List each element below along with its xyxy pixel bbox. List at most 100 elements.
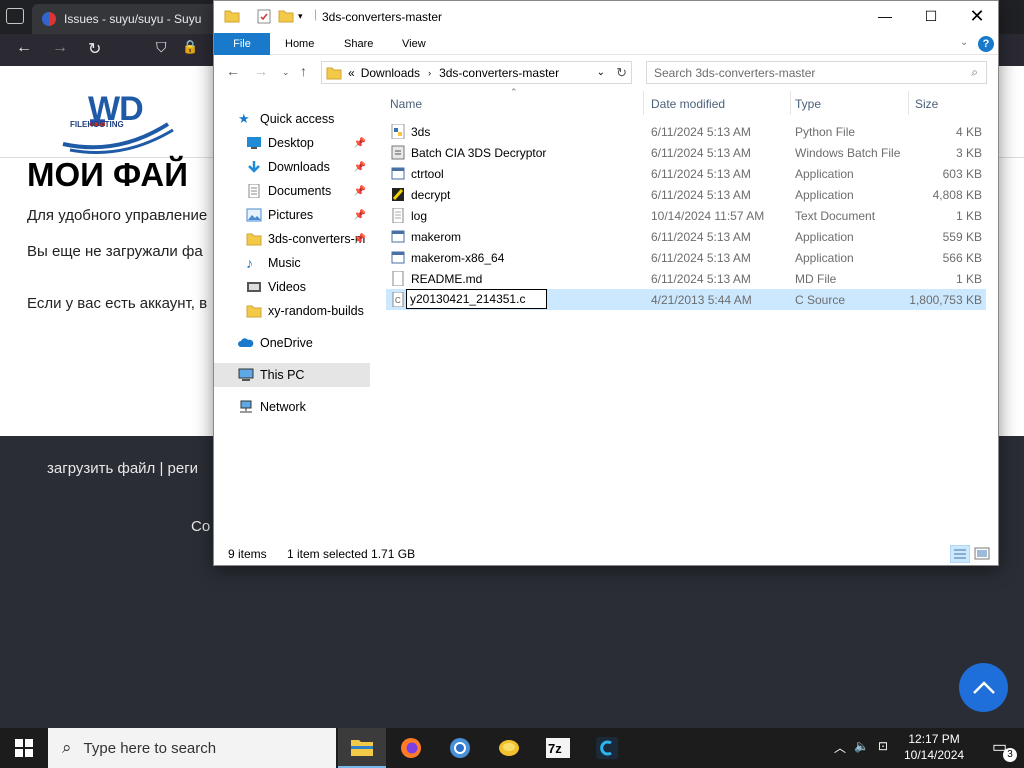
file-row[interactable]: 3ds 6/11/2024 5:13 AM Python File 4 KB	[386, 121, 986, 142]
address-dropdown-icon[interactable]: ⌄	[597, 67, 605, 78]
music-icon: ♪	[246, 255, 253, 271]
column-divider[interactable]	[908, 91, 909, 115]
back-icon[interactable]: ←	[16, 39, 32, 57]
taskbar-emulator[interactable]	[583, 728, 631, 768]
taskbar-file-explorer[interactable]	[338, 728, 386, 768]
nav-documents[interactable]: Documents 📌	[214, 179, 370, 203]
file-row[interactable]: Batch CIA 3DS Decryptor 6/11/2024 5:13 A…	[386, 142, 986, 163]
7zip-icon: 7z	[546, 738, 570, 758]
expand-ribbon-icon[interactable]: ⌄	[960, 37, 968, 48]
chrome-icon	[450, 738, 470, 758]
site-logo[interactable]: WD FILEHOSTING	[58, 76, 188, 156]
breadcrumb-current-folder[interactable]: 3ds-converters-master	[439, 66, 559, 80]
pin-icon[interactable]: 📌	[354, 186, 366, 197]
column-size[interactable]: Size	[915, 97, 938, 111]
taskbar-7zip[interactable]: 7z	[534, 728, 582, 768]
nav-network[interactable]: Network	[214, 395, 370, 419]
search-placeholder: Search 3ds-converters-master	[654, 66, 816, 80]
show-hidden-icons-icon[interactable]: ︿	[834, 739, 846, 756]
nav-quick-access[interactable]: ★ Quick access	[214, 107, 370, 131]
file-date: 6/11/2024 5:13 AM	[651, 146, 751, 160]
column-name[interactable]: Name	[390, 97, 422, 111]
column-date-modified[interactable]: Date modified	[651, 97, 725, 111]
forward-icon[interactable]: →	[52, 39, 68, 57]
file-explorer-icon	[351, 740, 373, 756]
pin-icon[interactable]: 📌	[354, 138, 366, 149]
details-view-icon[interactable]	[950, 545, 970, 563]
nav-label: Music	[268, 256, 301, 270]
title-separator: |	[314, 7, 318, 21]
nav-label: 3ds-converters-m	[268, 232, 366, 246]
refresh-icon[interactable]: ↻	[616, 65, 627, 81]
file-row[interactable]: ctrtool 6/11/2024 5:13 AM Application 60…	[386, 163, 986, 184]
file-row[interactable]: decrypt 6/11/2024 5:13 AM Application 4,…	[386, 184, 986, 205]
pin-icon[interactable]: 📌	[354, 234, 366, 245]
clock[interactable]: 12:17 PM 10/14/2024	[904, 731, 964, 763]
up-icon[interactable]: ↑	[300, 63, 307, 79]
nav-onedrive[interactable]: OneDrive	[214, 331, 370, 355]
column-divider[interactable]	[790, 91, 791, 115]
maximize-button[interactable]: ☐	[908, 1, 954, 31]
recent-locations-icon[interactable]: ⌄	[282, 67, 290, 78]
back-icon[interactable]: ←	[226, 63, 240, 79]
site-paragraph: Вы еще не загружали фа	[27, 243, 203, 260]
ribbon-tab-file[interactable]: File	[214, 33, 270, 55]
new-folder-icon[interactable]	[278, 9, 294, 23]
nav-desktop[interactable]: Desktop 📌	[214, 131, 370, 155]
large-icons-view-icon[interactable]	[974, 546, 990, 562]
close-button[interactable]: ✕	[954, 1, 1000, 31]
file-row[interactable]: README.md 6/11/2024 5:13 AM MD File 1 KB	[386, 268, 986, 289]
breadcrumb-overflow[interactable]: «	[348, 66, 355, 80]
start-button[interactable]	[0, 728, 48, 768]
column-type[interactable]: Type	[795, 97, 821, 111]
navigation-pane: ★ Quick access Desktop 📌 Downloads 📌 Doc…	[214, 93, 384, 533]
nav-videos[interactable]: Videos	[214, 275, 370, 299]
breadcrumb-separator-icon[interactable]: ›	[428, 68, 431, 78]
pin-icon[interactable]: 📌	[354, 162, 366, 173]
nav-label: Documents	[268, 184, 332, 198]
ribbon-tab-view[interactable]: View	[388, 33, 440, 55]
column-divider[interactable]	[643, 91, 644, 115]
reload-icon[interactable]: ↻	[88, 39, 101, 59]
file-row[interactable]: log 10/14/2024 11:57 AM Text Document 1 …	[386, 205, 986, 226]
application-icon	[391, 251, 405, 264]
nav-3ds-converters[interactable]: 3ds-converters-m 📌	[214, 227, 370, 251]
network-status-icon[interactable]: ⊡	[878, 739, 888, 753]
file-date: 6/11/2024 5:13 AM	[651, 272, 751, 286]
nav-pictures[interactable]: Pictures 📌	[214, 203, 370, 227]
properties-icon[interactable]	[256, 9, 272, 24]
search-input[interactable]: Search 3ds-converters-master ⌕	[646, 61, 987, 84]
pin-icon[interactable]: 📌	[354, 210, 366, 221]
scroll-to-top-button[interactable]	[959, 663, 1008, 712]
browser-tab[interactable]: Issues - suyu/suyu - Suyu	[32, 4, 242, 34]
address-bar[interactable]: « Downloads › 3ds-converters-master ⌄ ↻	[321, 61, 632, 84]
taskbar-firefox[interactable]	[387, 728, 435, 768]
taskbar-coins-app[interactable]	[485, 728, 533, 768]
file-type: Windows Batch File	[795, 146, 901, 160]
lock-icon[interactable]: 🔒	[182, 39, 198, 55]
file-date: 4/21/2013 5:44 AM	[651, 293, 752, 307]
nav-downloads[interactable]: Downloads 📌	[214, 155, 370, 179]
nav-this-pc[interactable]: This PC	[214, 363, 370, 387]
file-type: C Source	[795, 293, 846, 307]
nav-xy-random-builds[interactable]: xy-random-builds	[214, 299, 370, 323]
file-row[interactable]: makerom-x86_64 6/11/2024 5:13 AM Applica…	[386, 247, 986, 268]
nav-music[interactable]: ♪ Music	[214, 251, 370, 275]
minimize-button[interactable]: —	[862, 1, 908, 31]
breadcrumb-downloads[interactable]: Downloads	[361, 66, 420, 80]
ribbon-tab-home[interactable]: Home	[271, 33, 328, 55]
forward-icon[interactable]: →	[254, 63, 268, 79]
file-row[interactable]: makerom 6/11/2024 5:13 AM Application 55…	[386, 226, 986, 247]
ribbon-tab-share[interactable]: Share	[330, 33, 387, 55]
file-row-selected[interactable]: C 4/21/2013 5:44 AM C Source 1,800,753 K…	[386, 289, 986, 310]
nav-label: Desktop	[268, 136, 314, 150]
taskbar-search-box[interactable]: ⌕ Type here to search	[48, 728, 336, 768]
volume-muted-icon[interactable]: 🔈	[854, 739, 869, 753]
footer-links[interactable]: загрузить файл | реги	[47, 460, 198, 477]
shield-icon[interactable]: ⛉	[156, 39, 167, 56]
tab-list-icon[interactable]	[6, 8, 24, 24]
customize-quick-access-icon[interactable]: ▾	[298, 11, 303, 22]
taskbar-chrome[interactable]	[436, 728, 484, 768]
rename-input[interactable]	[406, 289, 547, 309]
help-icon[interactable]: ?	[978, 36, 994, 52]
